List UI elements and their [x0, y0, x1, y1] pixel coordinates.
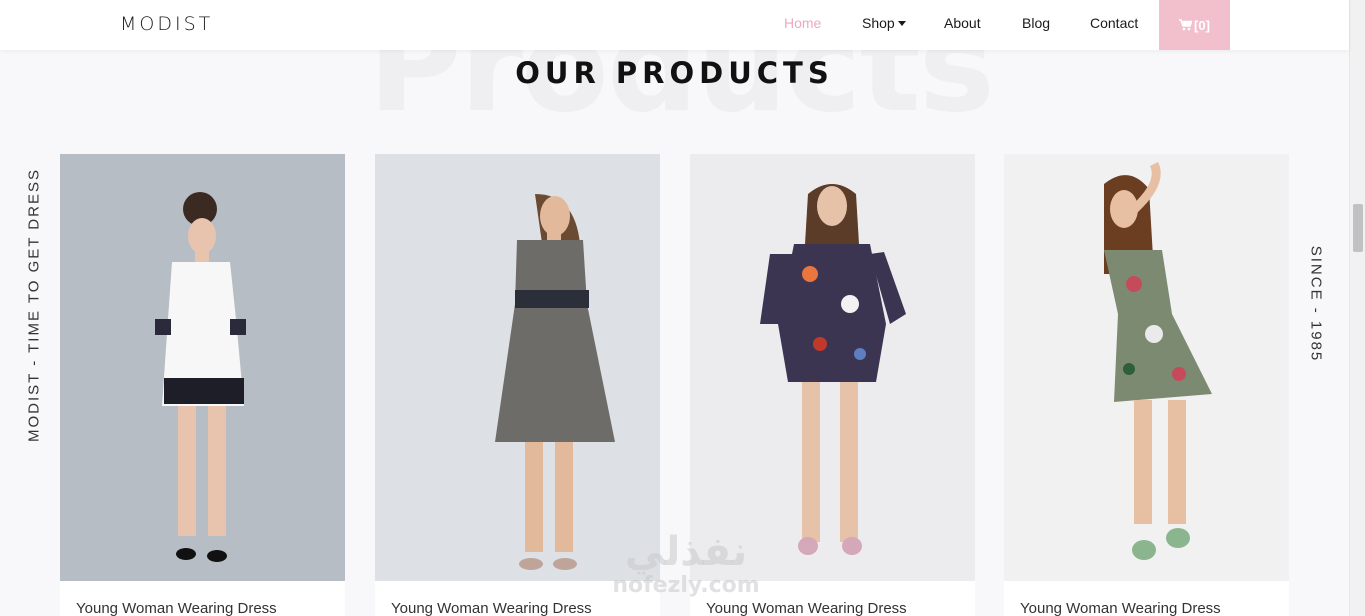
- product-card[interactable]: Young Woman Wearing Dress: [690, 154, 975, 616]
- nav-home[interactable]: Home: [784, 15, 821, 31]
- product-title[interactable]: Young Woman Wearing Dress: [76, 600, 277, 616]
- nav-shop[interactable]: Shop: [862, 15, 906, 31]
- product-card[interactable]: Young Woman Wearing Dress: [375, 154, 660, 616]
- nav-contact[interactable]: Contact: [1090, 15, 1138, 31]
- section-title: OUR PRODUCTS: [515, 56, 834, 90]
- page: Products OUR PRODUCTS MODIST Home Shop A…: [0, 0, 1365, 616]
- shopping-cart-icon: [1179, 19, 1193, 31]
- product-image[interactable]: [690, 154, 975, 581]
- product-image[interactable]: [60, 154, 345, 581]
- nav-shop-label: Shop: [862, 15, 895, 31]
- brand-logo[interactable]: MODIST: [120, 13, 213, 35]
- scrollbar[interactable]: [1349, 0, 1365, 616]
- side-tagline: MODIST - TIME TO GET DRESS: [25, 168, 43, 442]
- product-image[interactable]: [1004, 154, 1289, 581]
- caret-down-icon: [897, 21, 906, 26]
- side-since: SINCE - 1985: [1307, 245, 1325, 363]
- product-title[interactable]: Young Woman Wearing Dress: [1020, 600, 1221, 616]
- product-card[interactable]: Young Woman Wearing Dress: [1004, 154, 1289, 616]
- product-title[interactable]: Young Woman Wearing Dress: [391, 600, 592, 616]
- scrollbar-thumb[interactable]: [1353, 204, 1363, 252]
- product-image[interactable]: [375, 154, 660, 581]
- cart-count: [0]: [1194, 17, 1210, 33]
- nav-about[interactable]: About: [944, 15, 981, 31]
- nav-blog[interactable]: Blog: [1022, 15, 1050, 31]
- product-card[interactable]: Young Woman Wearing Dress: [60, 154, 345, 616]
- product-title[interactable]: Young Woman Wearing Dress: [706, 600, 907, 616]
- navbar: MODIST Home Shop About Blog Contact [0]: [0, 0, 1349, 50]
- cart-button[interactable]: [0]: [1159, 0, 1230, 50]
